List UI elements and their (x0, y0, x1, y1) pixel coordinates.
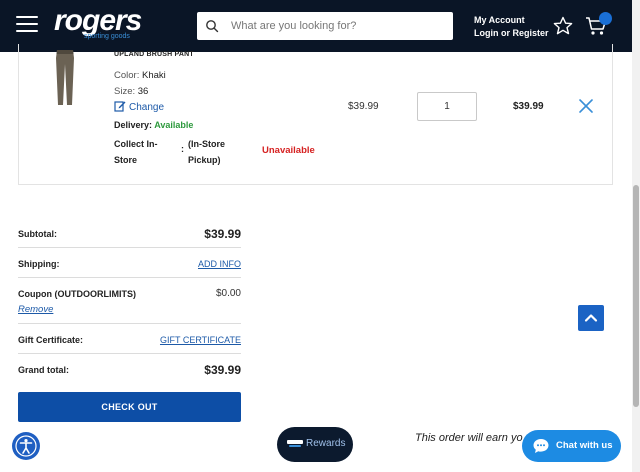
coupon-row: Coupon (OUTDOORLIMITS) $0.00 Remove (18, 278, 241, 324)
subtotal-label: Subtotal: (18, 229, 57, 239)
grand-total-row: Grand total: $39.99 (18, 354, 241, 384)
product-image[interactable] (50, 50, 80, 106)
scrollbar-thumb[interactable] (633, 185, 639, 407)
subtotal-value: $39.99 (204, 227, 241, 241)
change-label: Change (129, 102, 165, 113)
order-summary: Subtotal: $39.99 Shipping: ADD INFO Coup… (18, 218, 241, 384)
page-scrollbar[interactable] (632, 0, 640, 472)
wishlist-star-icon[interactable] (553, 16, 573, 36)
size-value: 36 (137, 86, 149, 97)
rewards-label: Rewards (306, 438, 346, 449)
color-label: Color: (114, 70, 140, 81)
shipping-label: Shipping: (18, 259, 60, 269)
quantity-input[interactable]: 1 (417, 92, 477, 121)
search-bar (197, 12, 453, 40)
accessibility-button[interactable] (12, 432, 40, 460)
rewards-button[interactable]: Rewards (277, 427, 353, 462)
cart-page: rogers sporting goods My Account Login o… (0, 0, 640, 472)
line-total: $39.99 (513, 101, 544, 112)
product-name[interactable]: UPLAND BRUSH PANT (114, 51, 194, 58)
collect-type: (In-Store Pickup) (188, 139, 225, 165)
login-register-link[interactable]: Login or Register (474, 27, 549, 40)
gift-certificate-link[interactable]: GIFT CERTIFICATE (160, 335, 241, 345)
collect-status: Unavailable (262, 145, 315, 156)
grand-total-value: $39.99 (204, 363, 241, 377)
size-label: Size: (114, 86, 136, 97)
accessibility-icon (15, 435, 37, 457)
scroll-to-top-button[interactable] (578, 305, 604, 331)
edit-icon (114, 101, 126, 112)
remove-coupon-link[interactable]: Remove (18, 304, 53, 315)
delivery-status: Delivery: Available (114, 120, 193, 130)
collect-label: Collect In-Store (114, 139, 158, 165)
account-title: My Account (474, 15, 525, 25)
chat-bubble-icon (533, 439, 549, 453)
site-logo[interactable]: rogers sporting goods (54, 4, 142, 41)
coupon-label: Coupon (OUTDOORLIMITS) (18, 289, 136, 299)
search-icon[interactable] (205, 19, 219, 33)
search-input[interactable] (231, 16, 445, 36)
logo-text: rogers (54, 4, 142, 37)
menu-icon[interactable] (16, 16, 38, 34)
delivery-value: Available (154, 120, 194, 130)
color-value: Khaki (141, 70, 166, 81)
change-options-link[interactable]: Change (114, 100, 164, 113)
checkout-button[interactable]: CHECK OUT (18, 392, 241, 422)
delivery-label: Delivery: (114, 120, 153, 130)
rewards-earn-text: This order will earn yo (415, 432, 523, 444)
chat-button[interactable]: Chat with us (522, 430, 621, 462)
remove-item-icon[interactable] (578, 98, 594, 114)
cart-item-card (18, 44, 613, 185)
shipping-row: Shipping: ADD INFO (18, 248, 241, 278)
coupon-value: $0.00 (215, 288, 241, 299)
collect-colon: : (181, 144, 184, 154)
product-color: Color: Khaki (114, 70, 166, 81)
unit-price: $39.99 (348, 101, 379, 112)
add-shipping-info-link[interactable]: ADD INFO (198, 259, 241, 269)
gift-certificate-row: Gift Certificate: GIFT CERTIFICATE (18, 324, 241, 354)
chevron-up-icon (584, 314, 598, 322)
account-menu[interactable]: My Account Login or Register (474, 14, 549, 40)
gift-certificate-label: Gift Certificate: (18, 335, 84, 345)
product-size: Size: 36 (114, 86, 148, 97)
rewards-logo-icon (287, 440, 303, 447)
cart-count-badge (599, 12, 612, 25)
chat-label: Chat with us (556, 440, 613, 451)
subtotal-row: Subtotal: $39.99 (18, 218, 241, 248)
grand-total-label: Grand total: (18, 365, 69, 375)
